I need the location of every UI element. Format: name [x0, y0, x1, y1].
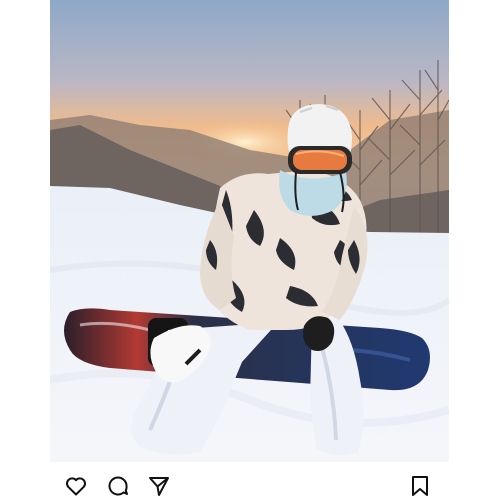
paper-plane-icon[interactable]: [147, 474, 171, 498]
snowboarder-photo: [50, 0, 449, 462]
post-action-bar: [50, 468, 449, 500]
bookmark-icon[interactable]: [408, 474, 432, 498]
post-card: [0, 0, 500, 500]
heart-icon[interactable]: [64, 474, 88, 498]
post-photo[interactable]: [50, 0, 449, 462]
comment-icon[interactable]: [106, 474, 130, 498]
